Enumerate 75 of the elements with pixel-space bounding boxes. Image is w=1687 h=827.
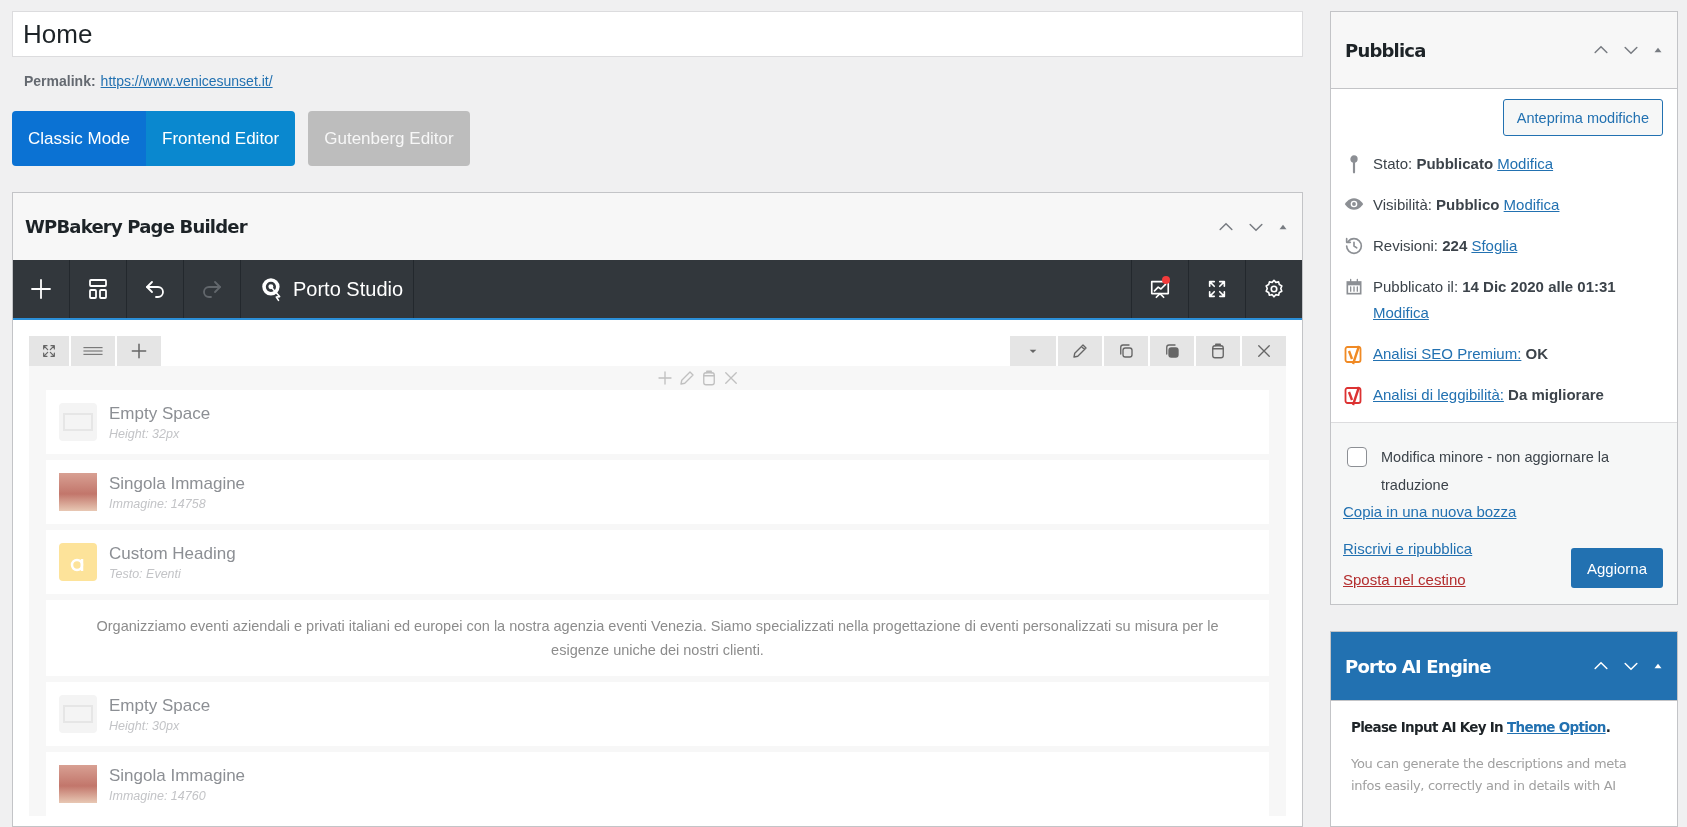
calendar-icon [1344, 276, 1364, 298]
publish-info: Stato: Pubblicato Modifica [1373, 154, 1555, 174]
element-title: Custom Heading [109, 543, 236, 564]
trash-link[interactable]: Sposta nel cestino [1343, 571, 1517, 588]
title-field[interactable]: Home [12, 11, 1303, 57]
seo-status: Analisi SEO Premium: OK [1373, 344, 1550, 364]
empty-space-icon [59, 695, 97, 733]
element-card[interactable]: Singola Immagine Immagine: 14758 [46, 460, 1269, 524]
checkbox-label: Modifica minore - non aggiornare la traduzione [1381, 448, 1611, 495]
studio-button[interactable]: Porto Studio [241, 260, 415, 318]
plus-icon [129, 341, 149, 361]
clone-icon [1163, 342, 1181, 360]
fullscreen-icon [1206, 278, 1228, 300]
history-icon [1343, 235, 1365, 257]
row-edit-button[interactable] [1058, 336, 1102, 366]
element-title: Empty Space [109, 695, 211, 716]
edit-link[interactable]: Modifica [1503, 196, 1560, 213]
box-title: Porto AI Engine [1345, 655, 1492, 677]
minor-edit-checkbox[interactable] [1347, 447, 1367, 467]
editor-mode-button[interactable]: Classic Mode [12, 111, 147, 166]
plus-icon [29, 277, 53, 301]
element-card[interactable]: Empty Space Height: 32px [46, 390, 1269, 454]
row-clone-button[interactable] [1150, 336, 1194, 366]
rewrite-link[interactable]: Riscrivi e ripubblica [1343, 540, 1517, 557]
element-subtitle: Immagine: 14758 [109, 496, 207, 511]
expand-arrows-icon [41, 343, 57, 359]
copy-draft-link[interactable]: Copia in una nuova bozza [1343, 503, 1517, 520]
text-block-content: Organizziamo eventi aziendali e privati italiani ed europei con la nostra agenzia eventi Venezia. Siamo specializzati nella progettazione di eventi personalizzati su misura per le esigenze uniche dei nostri clienti. [95, 617, 1220, 660]
row-expand-button[interactable] [29, 336, 69, 366]
update-button[interactable]: Aggiorna [1570, 548, 1663, 588]
image-thumbnail [59, 765, 97, 803]
edit-link[interactable]: Modifica [1497, 155, 1554, 172]
publish-info: Pubblicato il: 14 Dic 2020 alle 01:31 Modifica [1373, 277, 1617, 323]
empty-space-icon [59, 403, 97, 441]
analysis-link[interactable]: Analisi SEO Premium: [1373, 345, 1522, 362]
edit-link[interactable]: Sfoglia [1471, 237, 1518, 254]
element-subtitle: Immagine: 14760 [109, 788, 207, 803]
permalink-label: Permalink: [24, 73, 96, 91]
plus-icon [655, 369, 674, 387]
presentation-chart-icon [1149, 278, 1171, 300]
element-title: Empty Space [109, 403, 211, 424]
element-card[interactable]: Empty Space Height: 30px [46, 682, 1269, 746]
description-text: You can generate the descriptions and meta infos easily, correctly and in details with AI [1351, 755, 1628, 795]
letter-a-icon [59, 543, 97, 581]
pencil-icon [1071, 342, 1089, 360]
element-card[interactable]: Custom Heading Testo: Eventi [46, 530, 1269, 594]
layout-icon [86, 277, 110, 301]
edit-link[interactable]: Modifica [1373, 304, 1429, 321]
row-drag-handle[interactable] [71, 336, 115, 366]
row-add-button[interactable] [117, 336, 161, 366]
pencil-icon [677, 369, 696, 387]
publish-info: Visibilità: Pubblico Modifica [1373, 195, 1561, 215]
row-copy-button[interactable] [1104, 336, 1148, 366]
element-card[interactable]: Singola Immagine Immagine: 14760 [46, 752, 1269, 816]
image-thumbnail [59, 473, 97, 511]
element-subtitle: Height: 32px [109, 426, 181, 441]
element-title: Singola Immagine [109, 473, 246, 494]
theme-option-link[interactable]: Theme Option [1507, 719, 1606, 735]
notice-text: Please Input AI Key In Theme Option. [1351, 719, 1612, 735]
settings-icon [1263, 278, 1285, 300]
analysis-link[interactable]: Analisi di leggibilità: [1373, 386, 1504, 403]
row-paste-button[interactable] [1196, 336, 1240, 366]
copy-icon [1117, 342, 1135, 360]
permalink-link[interactable]: https://www.venicesunset.it/ [100, 73, 273, 93]
box-title: Pubblica [1345, 39, 1427, 61]
element-subtitle: Height: 30px [109, 718, 181, 733]
preview-button[interactable]: Anteprima modifiche [1502, 99, 1663, 136]
panel-title: WPBakery Page Builder [25, 216, 249, 237]
element-title: Singola Immagine [109, 765, 246, 786]
publish-info: Revisioni: 224 Sfoglia [1373, 236, 1519, 256]
seo-status: Analisi di leggibilità: Da migliorare [1373, 385, 1605, 405]
clipboard-icon [1209, 342, 1227, 360]
element-subtitle: Testo: Eventi [109, 566, 182, 581]
editor-mode-button[interactable]: Frontend Editor [146, 111, 296, 166]
close-icon [1255, 342, 1273, 360]
